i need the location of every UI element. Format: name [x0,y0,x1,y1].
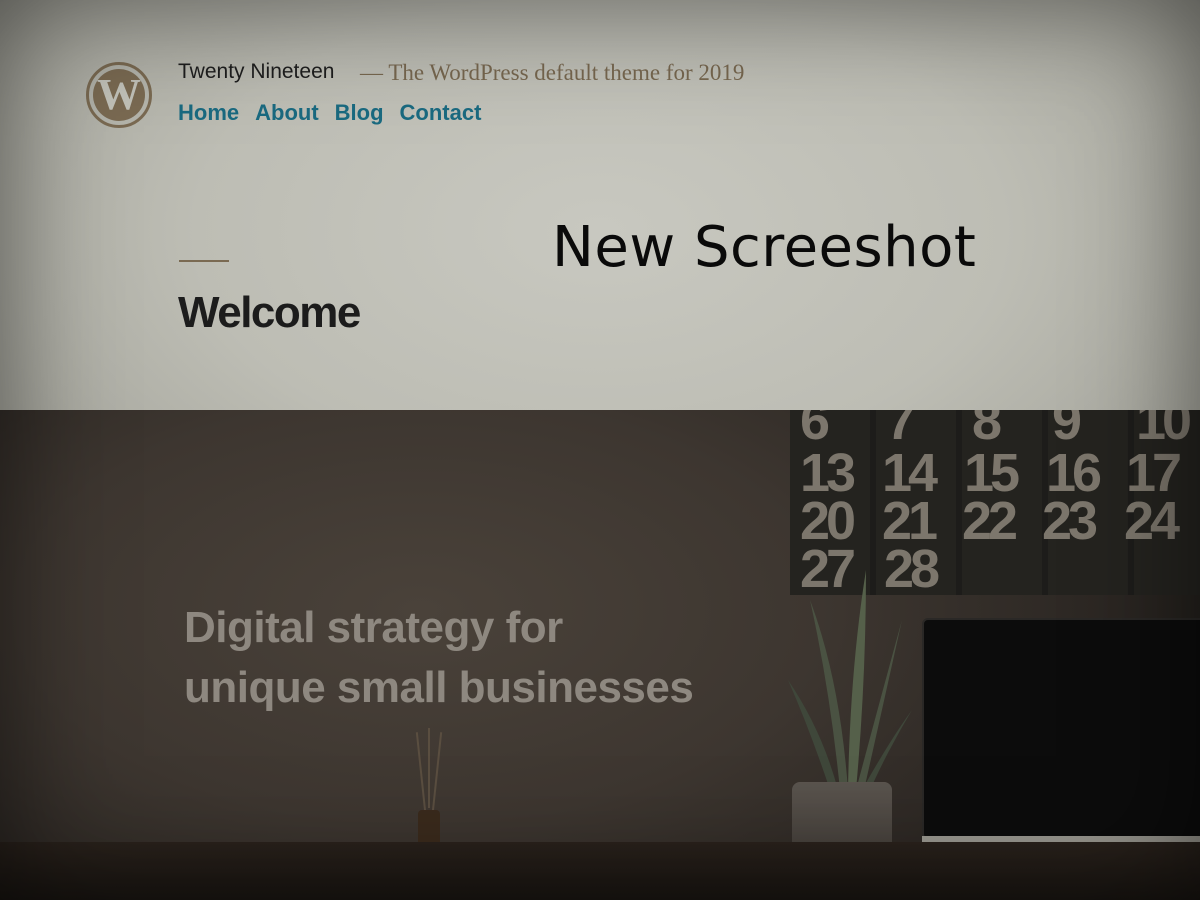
diffuser-reed [415,732,427,812]
diffuser-reed [428,728,430,808]
main-navigation: Home About Blog Contact [178,100,481,126]
calendar-date: 24 [1124,491,1180,551]
nav-link-contact[interactable]: Contact [400,100,482,126]
nav-link-blog[interactable]: Blog [335,100,384,126]
monitor-screen [922,618,1200,840]
title-divider [179,260,229,262]
page-title: Welcome [178,288,361,337]
diffuser-reed [431,732,443,812]
nav-link-about[interactable]: About [255,100,319,126]
hero-section: 6 7 8 9 10 13 14 15 16 17 20 21 22 23 24… [0,410,1200,900]
calendar-date: 22 [962,491,1018,551]
overlay-caption: New Screeshot [552,215,977,280]
site-header: W Twenty Nineteen — The WordPress defaul… [0,0,1200,410]
hero-headline: Digital strategy for unique small busine… [184,598,804,718]
desk-surface [0,842,1200,900]
site-description: — The WordPress default theme for 2019 [360,60,745,85]
nav-link-home[interactable]: Home [178,100,239,126]
logo-letter: W [93,69,145,121]
hero-headline-line: Digital strategy for [184,603,563,652]
calendar-date: 23 [1042,491,1098,551]
wordpress-logo-icon[interactable]: W [86,62,152,128]
hero-headline-line: unique small businesses [184,663,694,712]
site-title[interactable]: Twenty Nineteen [178,60,334,84]
